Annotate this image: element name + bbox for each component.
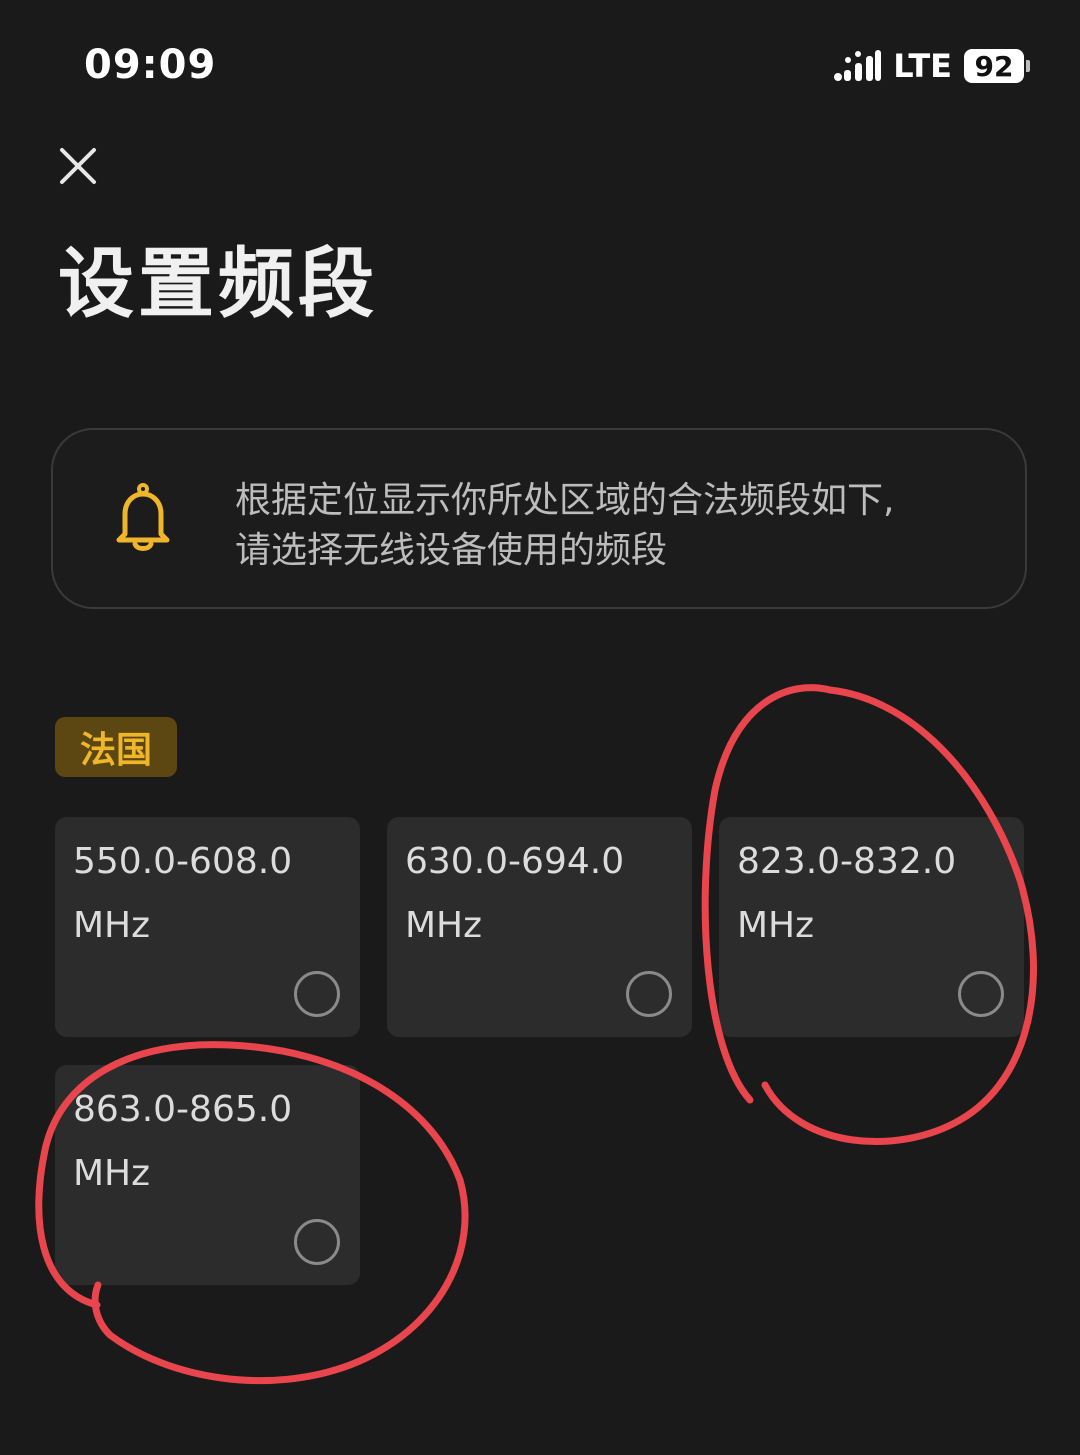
band-unit: MHz [73, 1153, 151, 1194]
close-button[interactable] [56, 144, 100, 188]
notice-box: 根据定位显示你所处区域的合法频段如下, 请选择无线设备使用的频段 [51, 428, 1027, 609]
band-option-1[interactable]: 550.0-608.0 MHz [55, 817, 360, 1037]
band-option-4[interactable]: 863.0-865.0 MHz [55, 1065, 360, 1285]
status-indicators: LTE 92 [833, 48, 1030, 84]
band-unit: MHz [73, 905, 151, 946]
battery-level: 92 [964, 49, 1024, 83]
battery-icon: 92 [964, 49, 1030, 83]
status-time: 09:09 [84, 42, 217, 88]
band-range: 823.0-832.0 [737, 841, 957, 882]
notice-line-1: 根据定位显示你所处区域的合法频段如下, [235, 480, 895, 521]
close-icon [60, 148, 96, 184]
band-range: 630.0-694.0 [405, 841, 625, 882]
band-range: 863.0-865.0 [73, 1089, 293, 1130]
page-title: 设置频段 [58, 239, 378, 328]
network-type: LTE [893, 47, 952, 85]
notice-line-2: 请选择无线设备使用的频段 [235, 530, 668, 571]
region-badge: 法国 [55, 717, 177, 777]
band-radio[interactable] [294, 1219, 340, 1265]
bell-icon [116, 483, 170, 551]
band-unit: MHz [405, 905, 483, 946]
band-unit: MHz [737, 905, 815, 946]
band-radio[interactable] [626, 971, 672, 1017]
notice-text: 根据定位显示你所处区域的合法频段如下, 请选择无线设备使用的频段 [235, 476, 995, 576]
band-option-2[interactable]: 630.0-694.0 MHz [387, 817, 692, 1037]
band-radio[interactable] [294, 971, 340, 1017]
band-option-3[interactable]: 823.0-832.0 MHz [719, 817, 1024, 1037]
signal-icon [834, 50, 882, 81]
band-range: 550.0-608.0 [73, 841, 293, 882]
band-radio[interactable] [958, 971, 1004, 1017]
